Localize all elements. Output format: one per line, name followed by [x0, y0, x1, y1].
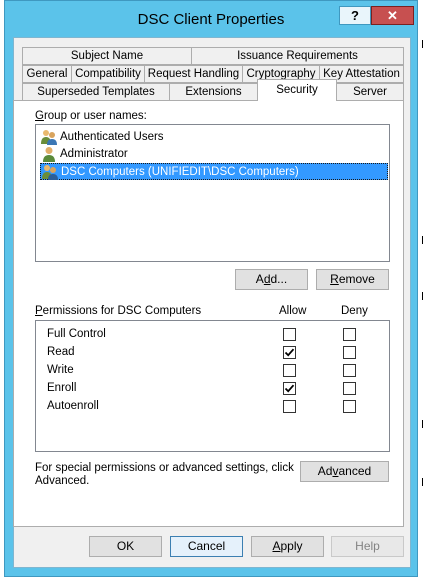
permission-row: Write [36, 362, 389, 380]
permission-name: Enroll [47, 382, 77, 394]
list-item[interactable]: Administrator [40, 146, 388, 163]
cancel-button[interactable]: Cancel [170, 536, 243, 557]
help-button[interactable]: Help [331, 536, 404, 557]
permission-row: Enroll [36, 380, 389, 398]
background-window-fragment [419, 236, 423, 244]
tab-request-handling[interactable]: Request Handling [144, 65, 243, 83]
user-icon [43, 147, 55, 162]
tab-server[interactable]: Server [336, 83, 404, 101]
label-text: roup or user names: [43, 110, 147, 122]
ok-button[interactable]: OK [89, 536, 162, 557]
tab-general[interactable]: General [22, 65, 72, 83]
tab-superseded-templates[interactable]: Superseded Templates [22, 83, 170, 101]
deny-checkbox[interactable] [343, 328, 356, 341]
close-button[interactable]: ✕ [371, 6, 414, 25]
tab-issuance-requirements[interactable]: Issuance Requirements [191, 47, 404, 65]
label-part: d... [270, 272, 288, 286]
special-permissions-text-line1: For special permissions or advanced sett… [35, 462, 294, 474]
permission-name: Autoenroll [47, 400, 99, 412]
permission-name: Read [47, 346, 75, 358]
list-item-selected[interactable]: DSC Computers (UNIFIEDIT\DSC Computers) [40, 163, 388, 180]
add-button[interactable]: Add... [235, 269, 308, 290]
close-icon[interactable]: ✕ [387, 8, 398, 23]
apply-button[interactable]: Apply [251, 536, 324, 557]
user-name: Authenticated Users [60, 131, 164, 143]
label-part: pply [280, 539, 303, 553]
deny-checkbox[interactable] [343, 364, 356, 377]
special-permissions-text-line2: Advanced. [35, 475, 90, 487]
permission-row: Read [36, 344, 389, 362]
accelerator-key: d [263, 272, 271, 286]
label-part: emove [338, 272, 375, 286]
label-part: Ad [317, 464, 333, 478]
permission-row: Full Control [36, 326, 389, 344]
user-name: Administrator [60, 148, 128, 160]
permission-name: Write [47, 364, 74, 376]
label-part: A [255, 272, 264, 286]
advanced-button[interactable]: Advanced [300, 461, 389, 482]
accelerator-key: G [35, 110, 44, 122]
accelerator-key: P [35, 305, 43, 317]
deny-checkbox[interactable] [343, 382, 356, 395]
remove-button[interactable]: Remove [316, 269, 389, 290]
allow-checkbox[interactable] [283, 364, 296, 377]
background-window-fragment [419, 292, 423, 300]
help-title-button[interactable]: ? [339, 6, 371, 25]
permission-name: Full Control [47, 328, 106, 340]
background-window-fragment [419, 420, 423, 428]
tab-subject-name[interactable]: Subject Name [22, 47, 192, 65]
user-name: DSC Computers (UNIFIEDIT\DSC Computers) [61, 166, 299, 178]
label-part: anced [338, 464, 372, 478]
tab-compatibility[interactable]: Compatibility [71, 65, 145, 83]
tab-security[interactable]: Security [257, 79, 337, 101]
permissions-label: Permissions for DSC Computers [35, 304, 201, 318]
tab-extensions[interactable]: Extensions [169, 83, 258, 101]
permission-row: Autoenroll [36, 398, 389, 416]
deny-checkbox[interactable] [343, 346, 356, 359]
group-or-user-names-label: Group or user names: [35, 109, 147, 123]
users-group-icon [41, 130, 57, 145]
permissions-list: Full Control Read Write Enroll Autoenrol… [35, 320, 390, 452]
deny-column-header: Deny [341, 305, 368, 317]
accelerator-key: R [330, 272, 339, 286]
accelerator-key: A [272, 539, 281, 553]
users-group-icon [42, 165, 58, 180]
allow-checkbox[interactable] [283, 400, 296, 413]
label-text: ermissions for DSC Computers [42, 305, 202, 317]
screen: DSC Client Properties ? ✕ Subject Name I… [0, 0, 424, 577]
group-or-user-list[interactable]: Authenticated Users Administrator DSC Co… [35, 124, 390, 262]
background-window-fragment [419, 40, 423, 48]
allow-checkbox[interactable] [283, 382, 296, 395]
allow-checkbox[interactable] [283, 328, 296, 341]
title-bar[interactable]: DSC Client Properties ? ✕ [5, 1, 417, 35]
checkmark-icon [284, 384, 295, 393]
background-window-fragment [419, 478, 423, 486]
list-item[interactable]: Authenticated Users [40, 129, 388, 146]
deny-checkbox[interactable] [343, 400, 356, 413]
allow-column-header: Allow [279, 305, 307, 317]
checkmark-icon [284, 348, 295, 357]
allow-checkbox[interactable] [283, 346, 296, 359]
